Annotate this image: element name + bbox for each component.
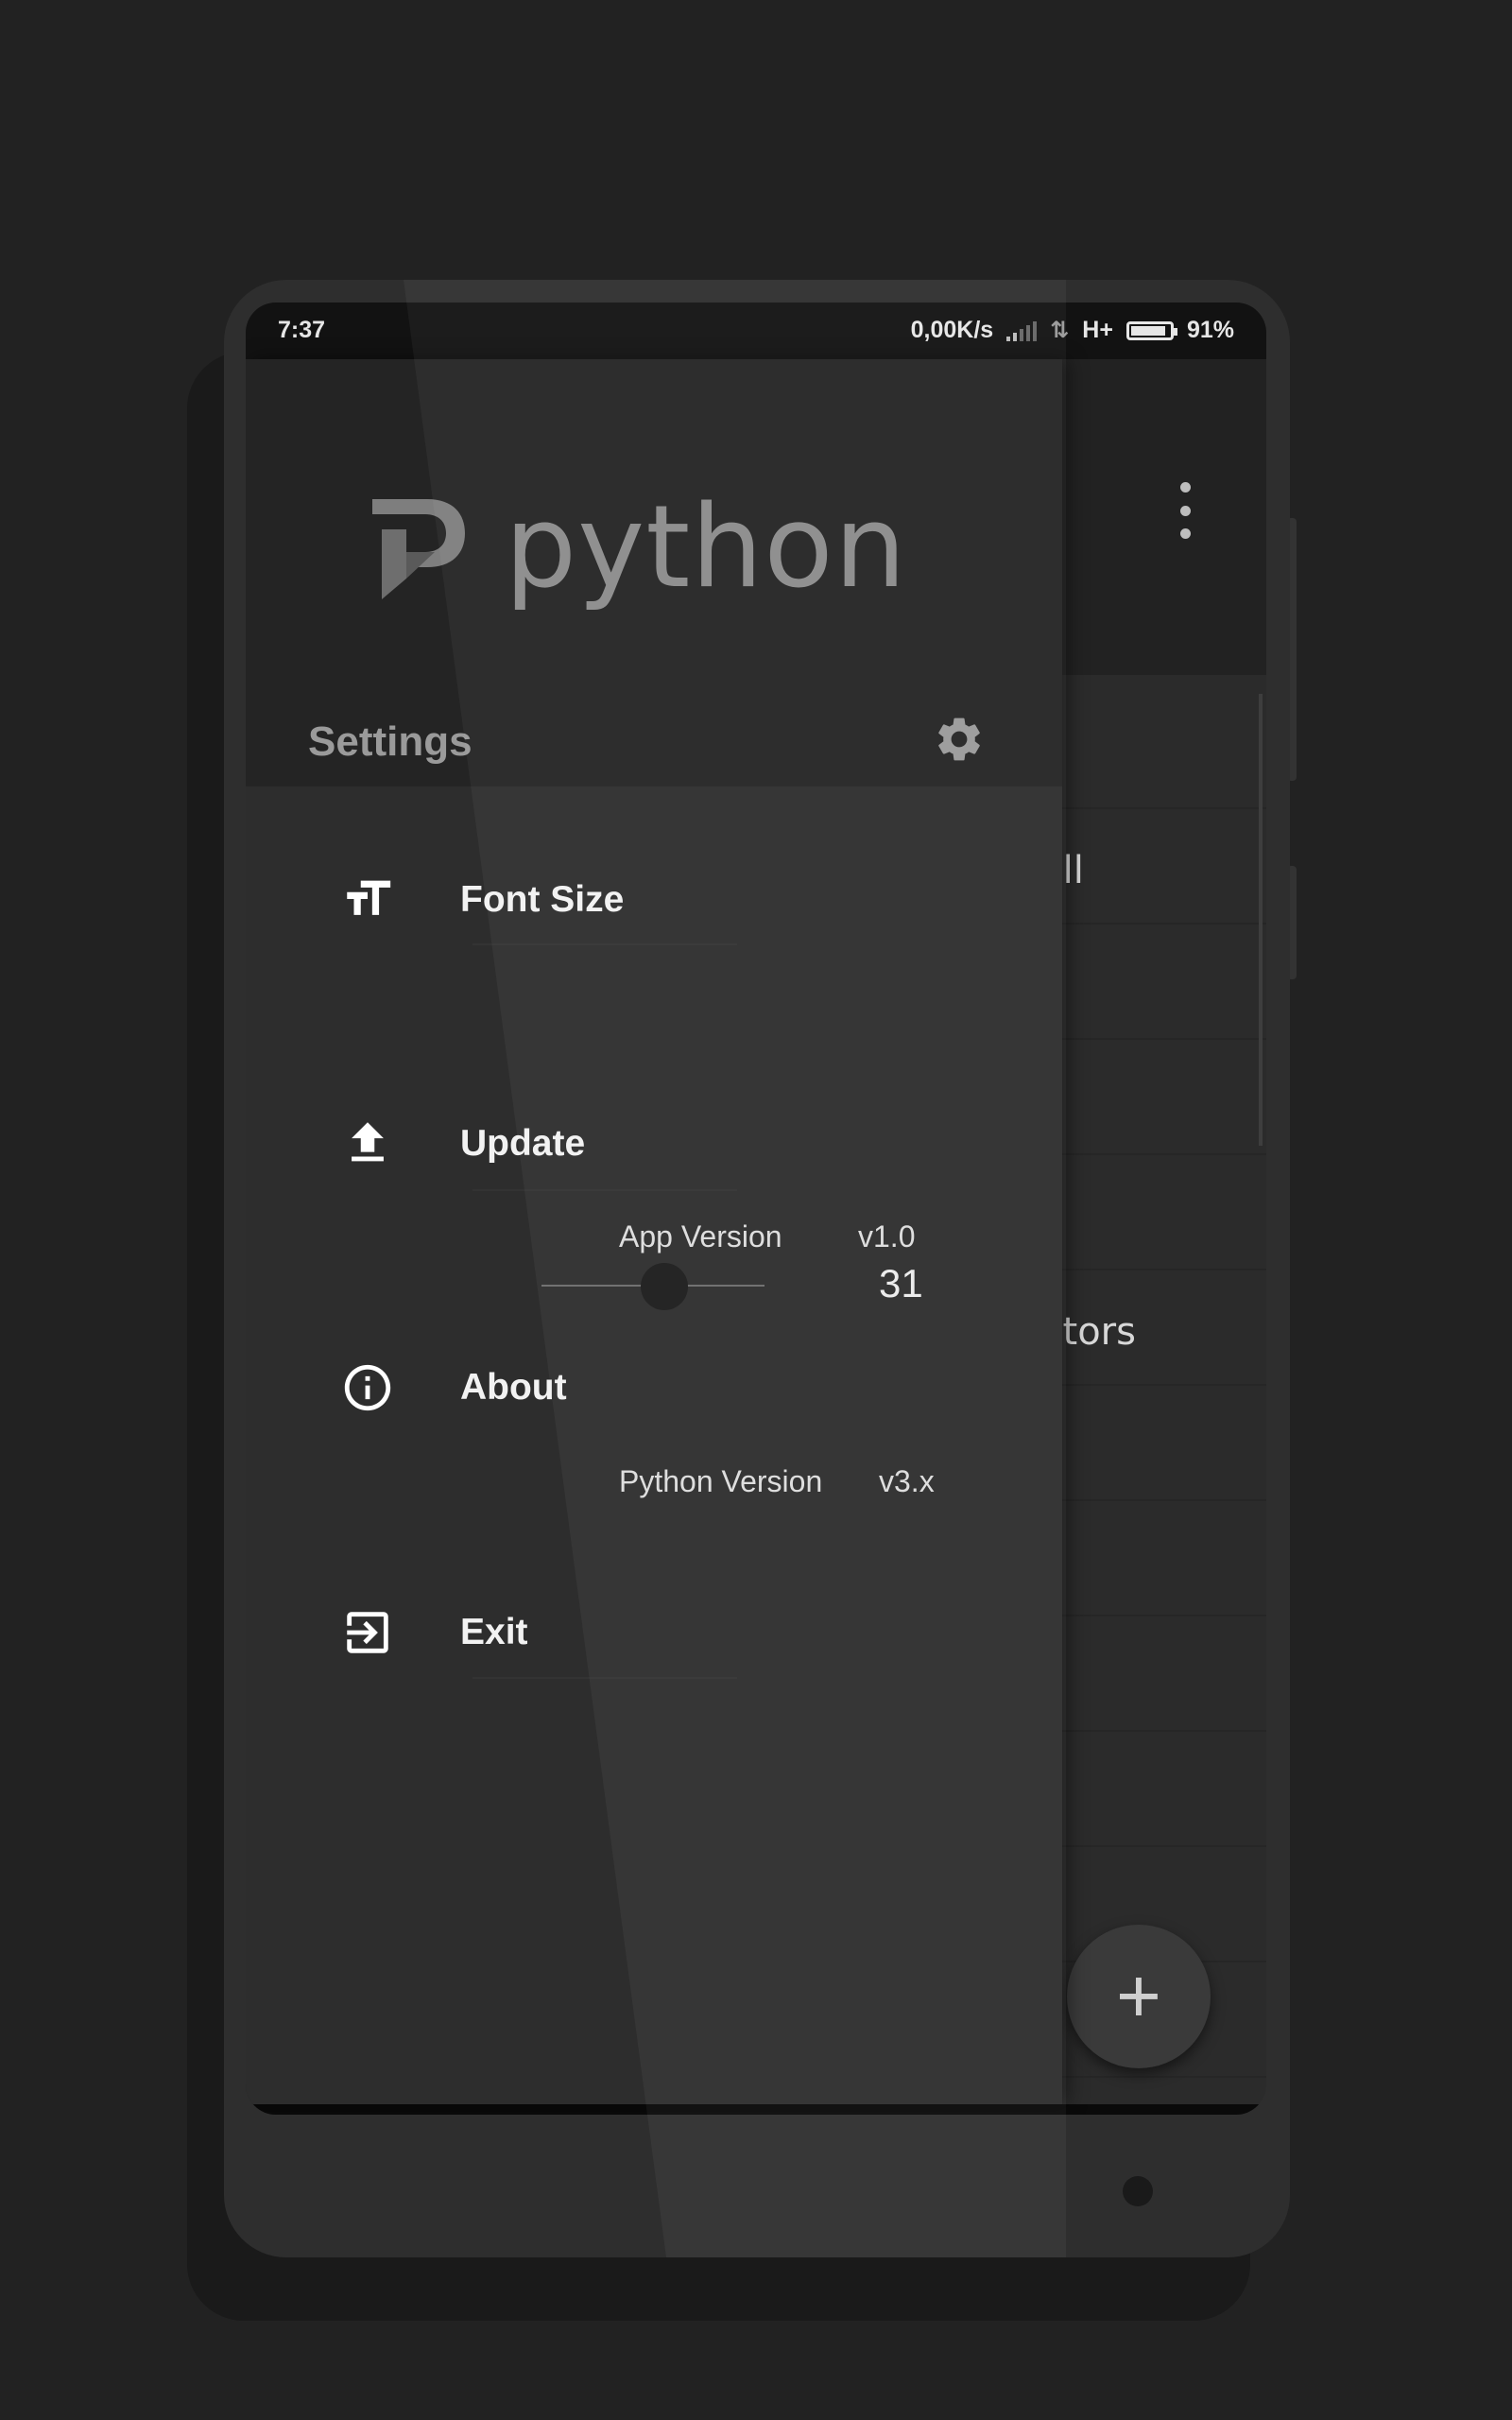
font-size-icon (347, 880, 391, 915)
divider (472, 1677, 737, 1679)
network-speed: 0,00K/s (910, 317, 994, 343)
logo-text: python (505, 482, 907, 614)
app-version-value: v1.0 (858, 1219, 916, 1253)
battery-percent: 91% (1186, 317, 1234, 343)
drawer-body (246, 786, 1062, 2104)
screen-bottom-edge (246, 2104, 1266, 2115)
drawer-header: python Settings (246, 359, 1062, 786)
divider (472, 1189, 737, 1191)
python-version-value: v3.x (879, 1464, 935, 1498)
python-logo: python (369, 492, 907, 605)
signal-icon (1006, 320, 1038, 341)
network-type: H+ (1082, 317, 1113, 343)
divider (472, 943, 737, 945)
upload-icon (352, 1122, 384, 1162)
drawer-item-label: Exit (460, 1612, 528, 1652)
exit-icon (347, 1612, 388, 1653)
settings-title: Settings (308, 718, 472, 765)
data-arrows-icon: ⇅ (1050, 318, 1070, 343)
gear-icon[interactable] (933, 713, 986, 766)
scrollbar[interactable] (1259, 694, 1263, 1146)
python-version-label: Python Version (619, 1464, 823, 1498)
app-version-label: App Version (619, 1219, 782, 1253)
status-time: 7:37 (278, 317, 326, 343)
home-sensor (1123, 2176, 1153, 2206)
python-logo-icon (372, 499, 465, 599)
screen: 7:37 0,00K/s ⇅ H+ 91% ell ators (246, 302, 1266, 2115)
font-size-value: 31 (879, 1261, 923, 1305)
add-fab-button[interactable]: + (1067, 1925, 1211, 2068)
status-bar: 7:37 0,00K/s ⇅ H+ 91% (246, 302, 1266, 359)
drawer-item-label: Font Size (460, 879, 625, 920)
font-size-slider-thumb[interactable] (640, 1263, 688, 1310)
drawer-item-label: About (460, 1367, 567, 1408)
status-right: 0,00K/s ⇅ H+ 91% (911, 317, 1234, 344)
battery-icon (1125, 320, 1177, 340)
navigation-drawer: python Settings Font Size 31 Update App … (246, 359, 1062, 2104)
info-icon (344, 1364, 391, 1411)
phone-frame: 7:37 0,00K/s ⇅ H+ 91% ell ators (224, 280, 1290, 2257)
more-vert-icon[interactable] (1176, 482, 1194, 539)
drawer-item-label: Update (460, 1123, 586, 1164)
